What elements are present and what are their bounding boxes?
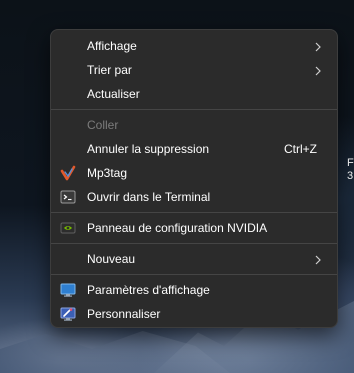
menu-item-label: Affichage (87, 39, 137, 53)
desktop-icon-label-line1: F (347, 157, 354, 169)
menu-item-mp3tag[interactable]: Mp3tag (55, 161, 333, 185)
menu-item-affichage[interactable]: Affichage (55, 34, 333, 58)
menu-item-nouveau[interactable]: Nouveau (55, 247, 333, 271)
menu-item-parametres-affichage[interactable]: Paramètres d'affichage (55, 278, 333, 302)
menu-item-label: Coller (87, 118, 119, 132)
menu-item-trier-par[interactable]: Trier par (55, 58, 333, 82)
desktop-context-menu: Affichage Trier par Actualiser Coller An… (50, 29, 338, 328)
chevron-right-icon (313, 41, 323, 52)
menu-item-label: Mp3tag (87, 166, 128, 180)
display-settings-icon (60, 282, 76, 298)
menu-separator (51, 212, 337, 213)
menu-item-personnaliser[interactable]: Personnaliser (55, 302, 333, 326)
mp3tag-icon (60, 165, 76, 181)
menu-separator (51, 274, 337, 275)
menu-item-label: Trier par (87, 63, 132, 77)
menu-item-label: Panneau de configuration NVIDIA (87, 221, 268, 235)
menu-item-label: Annuler la suppression (87, 142, 210, 156)
menu-item-panneau-nvidia[interactable]: Panneau de configuration NVIDIA (55, 216, 333, 240)
menu-item-label: Actualiser (87, 87, 140, 101)
menu-item-label: Personnaliser (87, 307, 161, 321)
chevron-right-icon (313, 254, 323, 265)
desktop-icon-label-line2: 3 (347, 170, 354, 182)
menu-item-label: Nouveau (87, 252, 136, 266)
menu-item-ouvrir-dans-le-terminal[interactable]: Ouvrir dans le Terminal (55, 185, 333, 209)
menu-separator (51, 109, 337, 110)
menu-item-label: Ouvrir dans le Terminal (87, 190, 211, 204)
chevron-right-icon (313, 65, 323, 76)
menu-item-label: Paramètres d'affichage (87, 283, 210, 297)
menu-separator (51, 243, 337, 244)
personalize-icon (60, 306, 76, 322)
menu-item-shortcut: Ctrl+Z (284, 142, 317, 156)
menu-item-coller: Coller (55, 113, 333, 137)
terminal-icon (60, 189, 76, 205)
menu-item-annuler-la-suppression[interactable]: Annuler la suppression Ctrl+Z (55, 137, 333, 161)
nvidia-icon (60, 220, 76, 236)
desktop-icon-label-partial[interactable]: F 3 (347, 157, 354, 183)
menu-item-actualiser[interactable]: Actualiser (55, 82, 333, 106)
